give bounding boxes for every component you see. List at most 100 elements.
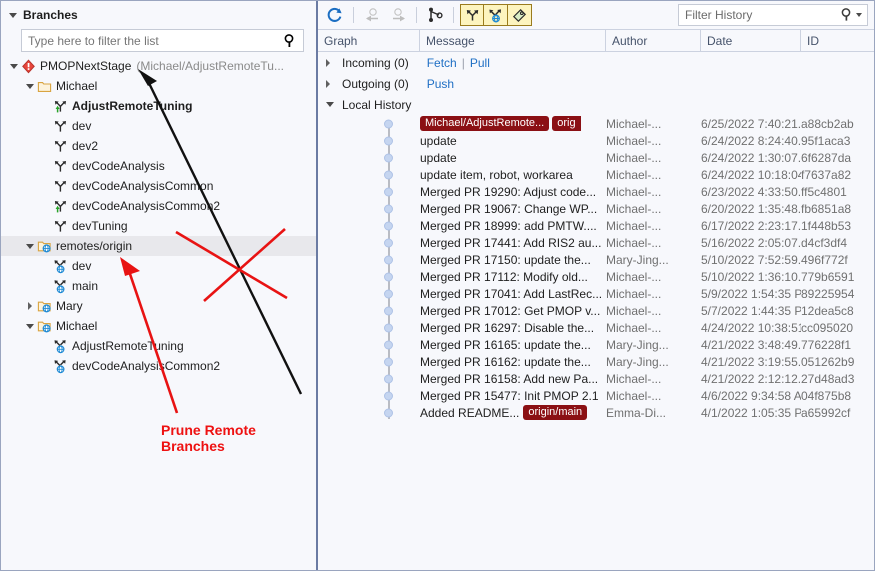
commit-author-cell: Michael-...	[606, 201, 662, 216]
table-row[interactable]: Merged PR 19067: Change WP... Michael-...…	[318, 200, 874, 217]
table-row[interactable]: Michael/AdjustRemote... orig Michael-... 6/…	[318, 115, 874, 132]
tree-item-label: remotes/origin	[56, 239, 133, 253]
column-header-graph[interactable]: Graph	[318, 30, 420, 51]
commit-date-cell: 5/7/2022 1:44:35 PM	[701, 303, 801, 318]
collapse-icon[interactable]	[7, 63, 20, 69]
commit-node-icon	[384, 374, 393, 383]
expand-icon[interactable]	[326, 58, 340, 67]
commit-message-cell: update	[420, 151, 606, 165]
commit-message-text: Merged PR 15477: Init PMOP 2.1	[420, 388, 599, 403]
table-row[interactable]: Merged PR 17041: Add LastRec... Michael-.…	[318, 285, 874, 302]
link-push[interactable]: Push	[427, 77, 454, 91]
commit-node-icon	[384, 204, 393, 213]
table-row[interactable]: update Michael-... 6/24/2022 8:24:40... 95f…	[318, 132, 874, 149]
tree-item-dev[interactable]: dev	[1, 256, 316, 276]
tree-item-mary[interactable]: Mary	[1, 296, 316, 316]
commit-message-cell: update item, robot, workarea	[420, 168, 606, 182]
toggle-tags-button[interactable]	[508, 4, 532, 26]
commit-graph-icon[interactable]	[423, 4, 447, 26]
toggle-local-branches-button[interactable]	[460, 4, 484, 26]
branches-header[interactable]: Branches	[1, 1, 316, 27]
section-label: Outgoing (0)	[342, 76, 409, 91]
commit-author-cell: Michael-...	[606, 150, 662, 165]
history-section-incoming-0-[interactable]: Incoming (0) Fetch | Pull	[318, 52, 874, 73]
toolbar-separator	[416, 7, 417, 23]
tree-item-devcodeanalysiscommon2[interactable]: devCodeAnalysisCommon2	[1, 356, 316, 376]
link-separator: |	[461, 55, 465, 70]
tree-item-devtuning[interactable]: devTuning	[1, 216, 316, 236]
commit-message-cell: Michael/AdjustRemote... orig	[420, 116, 606, 131]
table-row[interactable]: update Michael-... 6/24/2022 1:30:07... 6f6…	[318, 149, 874, 166]
commit-message-cell: Merged PR 16158: Add new Pa...	[420, 372, 606, 386]
tree-item-devcodeanalysis[interactable]: devCodeAnalysis	[1, 156, 316, 176]
table-row[interactable]: Merged PR 16165: update the... Mary-Jing.…	[318, 336, 874, 353]
commit-message-text: Added README...	[420, 405, 520, 420]
remote-branch-icon	[52, 279, 69, 294]
commit-date-cell: 4/21/2022 2:12:12...	[701, 371, 801, 386]
search-icon	[841, 8, 851, 21]
tree-item-michael[interactable]: Michael	[1, 76, 316, 96]
column-header-author[interactable]: Author	[606, 30, 701, 51]
collapse-icon[interactable]	[326, 102, 340, 107]
table-row[interactable]: Merged PR 16162: update the... Mary-Jing.…	[318, 353, 874, 370]
tree-item-devcodeanalysiscommon2[interactable]: devCodeAnalysisCommon2	[1, 196, 316, 216]
commit-node-icon	[384, 289, 393, 298]
toggle-remote-branches-button[interactable]	[484, 4, 508, 26]
back-arrow-icon[interactable]	[360, 4, 384, 26]
table-row[interactable]: Merged PR 17012: Get PMOP v... Michael-..…	[318, 302, 874, 319]
branch-badge[interactable]: origin/main	[523, 405, 588, 420]
expand-icon[interactable]	[23, 302, 36, 310]
table-row[interactable]: Merged PR 17112: Modify old... Michael-..…	[318, 268, 874, 285]
table-row[interactable]: Merged PR 17441: Add RIS2 au... Michael-.…	[318, 234, 874, 251]
commit-message-text: Merged PR 17150: update the...	[420, 252, 591, 267]
branch-badge[interactable]: Michael/AdjustRemote...	[420, 116, 550, 131]
commit-id-cell: ff5c4801	[801, 184, 847, 199]
forward-arrow-icon[interactable]	[386, 4, 410, 26]
tree-item-label: Michael	[56, 79, 98, 93]
refresh-icon[interactable]	[323, 4, 347, 26]
history-section-outgoing-0-[interactable]: Outgoing (0) Push	[318, 73, 874, 94]
tree-item-remotes-origin[interactable]: remotes/origin	[1, 236, 316, 256]
chevron-down-icon[interactable]	[856, 12, 862, 17]
table-row[interactable]: Merged PR 15477: Init PMOP 2.1 Michael-..…	[318, 387, 874, 404]
commit-message-text: Merged PR 17441: Add RIS2 au...	[420, 235, 602, 250]
table-row[interactable]: Merged PR 16297: Disable the... Michael-.…	[318, 319, 874, 336]
history-filter-container	[678, 4, 868, 26]
link-fetch[interactable]: Fetch	[427, 56, 457, 70]
tree-item-devcodeanalysiscommon[interactable]: devCodeAnalysisCommon	[1, 176, 316, 196]
collapse-icon[interactable]	[23, 323, 36, 329]
history-filter-icons[interactable]	[840, 7, 862, 22]
tree-item-dev2[interactable]: dev2	[1, 136, 316, 156]
link-pull[interactable]: Pull	[470, 56, 490, 70]
collapse-icon[interactable]	[23, 243, 36, 249]
tree-item-dev[interactable]: dev	[1, 116, 316, 136]
column-header-message[interactable]: Message	[420, 30, 606, 51]
history-section-local-history[interactable]: Local History	[318, 94, 874, 115]
collapse-icon[interactable]	[23, 83, 36, 89]
table-row[interactable]: Merged PR 19290: Adjust code... Michael-.…	[318, 183, 874, 200]
table-row[interactable]: Merged PR 16158: Add new Pa... Michael-..…	[318, 370, 874, 387]
branch-filter-input[interactable]	[21, 29, 304, 52]
branch-badge[interactable]: orig	[552, 116, 581, 131]
tree-item-adjustremotetuning[interactable]: AdjustRemoteTuning	[1, 336, 316, 356]
tree-item-main[interactable]: main	[1, 276, 316, 296]
tree-item-label: devCodeAnalysis	[72, 159, 165, 173]
search-icon[interactable]	[283, 33, 297, 48]
table-row[interactable]: Merged PR 18999: add PMTW.... Michael-...…	[318, 217, 874, 234]
branches-collapse-icon[interactable]	[9, 12, 17, 18]
remote-folder-icon	[36, 239, 53, 254]
tree-item-adjustremotetuning[interactable]: AdjustRemoteTuning	[1, 96, 316, 116]
tree-item-pmopnextstage[interactable]: PMOPNextStage (Michael/AdjustRemoteTu...	[1, 56, 316, 76]
commit-author-cell: Michael-...	[606, 320, 662, 335]
commit-date-cell: 4/24/2022 10:38:51...	[701, 320, 801, 335]
branches-tree: PMOPNextStage (Michael/AdjustRemoteTu... M…	[1, 56, 316, 376]
commit-author-cell: Michael-...	[606, 235, 662, 250]
commit-date-cell: 4/21/2022 3:19:55...	[701, 354, 801, 369]
expand-icon[interactable]	[326, 79, 340, 88]
tree-item-michael[interactable]: Michael	[1, 316, 316, 336]
table-row[interactable]: update item, robot, workarea Michael-... 6…	[318, 166, 874, 183]
column-header-date[interactable]: Date	[701, 30, 801, 51]
table-row[interactable]: Merged PR 17150: update the... Mary-Jing.…	[318, 251, 874, 268]
column-header-id[interactable]: ID	[801, 30, 874, 51]
table-row[interactable]: Added README... origin/main Emma-Di... 4/1/…	[318, 404, 874, 421]
